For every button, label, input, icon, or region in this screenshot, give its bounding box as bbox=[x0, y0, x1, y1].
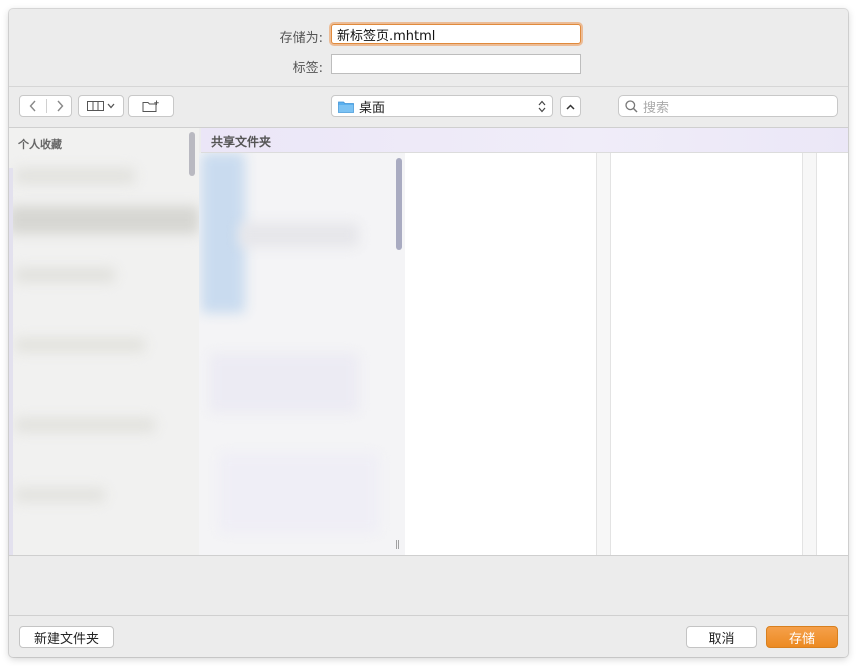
chevron-down-icon bbox=[107, 103, 115, 109]
new-folder-toolbar-button[interactable] bbox=[128, 95, 174, 117]
new-folder-button[interactable]: 新建文件夹 bbox=[19, 626, 114, 648]
columns-view-icon bbox=[87, 101, 104, 111]
form-separator bbox=[9, 86, 848, 87]
shared-folder-header: 共享文件夹 bbox=[201, 128, 848, 153]
chevron-right-icon bbox=[56, 100, 63, 112]
sidebar-blurred-item[interactable] bbox=[15, 418, 155, 432]
search-field[interactable]: 搜索 bbox=[618, 95, 838, 117]
tags-label: 标签: bbox=[292, 61, 323, 76]
new-folder-icon bbox=[142, 100, 159, 112]
sidebar-blurred-item[interactable] bbox=[15, 488, 105, 502]
browser-bottom-border bbox=[9, 555, 848, 556]
updown-chevron-icon bbox=[538, 100, 546, 113]
view-mode-button[interactable] bbox=[78, 95, 124, 117]
sidebar-blurred-item[interactable] bbox=[15, 338, 145, 352]
file-row[interactable] bbox=[219, 453, 379, 533]
search-icon bbox=[625, 99, 638, 113]
chevron-left-icon bbox=[29, 100, 36, 112]
column-divider bbox=[597, 153, 611, 555]
shared-folder-title: 共享文件夹 bbox=[211, 135, 272, 149]
column-divider bbox=[803, 153, 817, 555]
location-popup[interactable]: 桌面 bbox=[331, 95, 553, 117]
save-as-input[interactable] bbox=[331, 24, 581, 44]
sidebar-blurred-item[interactable] bbox=[15, 268, 115, 282]
folder-icon bbox=[338, 101, 354, 113]
search-placeholder: 搜索 bbox=[643, 100, 670, 116]
footer-separator bbox=[9, 615, 848, 616]
chevron-up-icon bbox=[566, 103, 575, 110]
sidebar-blurred-item[interactable] bbox=[9, 206, 199, 234]
back-forward-control bbox=[19, 95, 72, 117]
browser-column-1 bbox=[199, 153, 405, 556]
column-resize-handle[interactable]: || bbox=[395, 540, 400, 550]
save-button[interactable]: 存储 bbox=[766, 626, 838, 648]
sidebar-left-edge bbox=[9, 168, 13, 556]
cancel-button[interactable]: 取消 bbox=[686, 626, 757, 648]
sidebar-blurred-item[interactable] bbox=[15, 168, 135, 184]
collapse-button[interactable] bbox=[560, 96, 581, 117]
forward-button[interactable] bbox=[47, 96, 72, 116]
location-label: 桌面 bbox=[359, 100, 386, 116]
save-dialog: 存储为: 标签: 桌面 bbox=[9, 9, 848, 657]
save-as-label: 存储为: bbox=[279, 31, 323, 46]
browser-column-4 bbox=[817, 153, 848, 555]
sidebar: 个人收藏 bbox=[9, 128, 199, 556]
sidebar-section-favorites: 个人收藏 bbox=[18, 138, 62, 151]
sidebar-scrollbar[interactable] bbox=[189, 132, 195, 176]
back-button[interactable] bbox=[20, 96, 46, 116]
browser-column-2 bbox=[405, 153, 597, 555]
tags-input[interactable] bbox=[331, 54, 581, 74]
column-scrollbar[interactable] bbox=[396, 158, 402, 250]
browser-column-3 bbox=[611, 153, 803, 555]
file-row[interactable] bbox=[209, 353, 359, 413]
file-row[interactable] bbox=[239, 223, 359, 247]
